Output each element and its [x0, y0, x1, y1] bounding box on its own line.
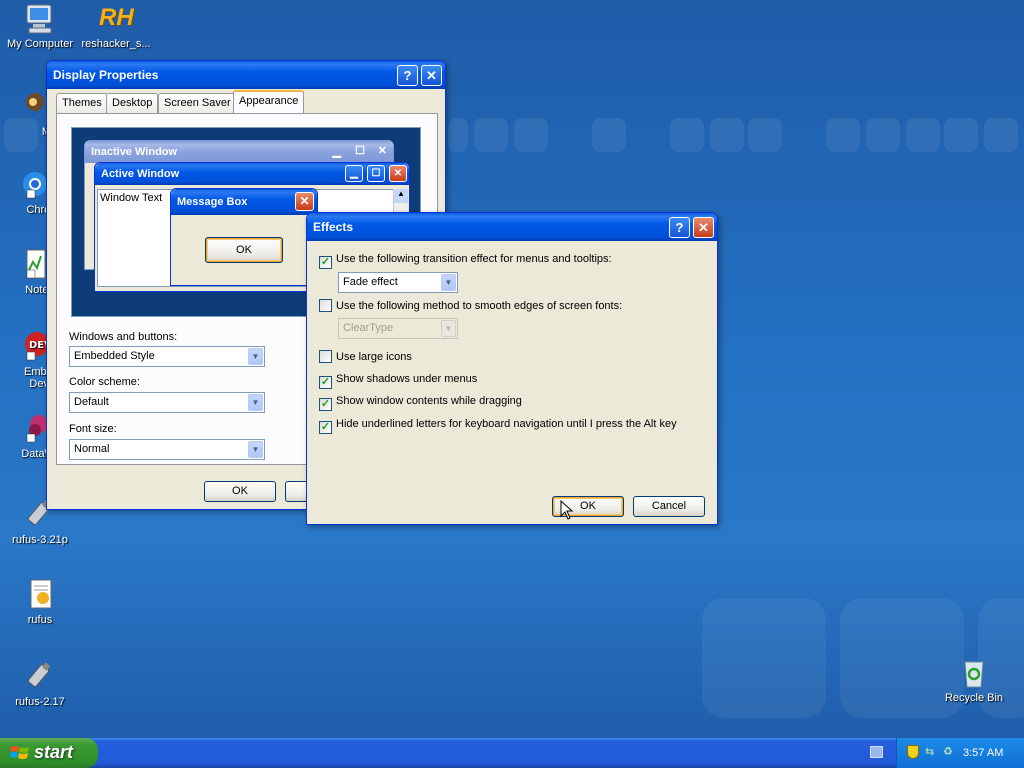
desktop-icon-label: rufus-3.21p: [12, 534, 68, 546]
message-box-preview: Message Box ✕ OK: [170, 188, 318, 286]
window-title: Effects: [313, 220, 354, 234]
dev-cpp-icon: DEV: [13, 330, 52, 364]
security-shield-icon[interactable]: [907, 745, 919, 759]
checkbox-label: Hide underlined letters for keyboard nav…: [336, 418, 677, 430]
svg-text:DEV: DEV: [29, 340, 47, 351]
maximize-icon: ☐: [367, 165, 385, 182]
message-box-ok-preview: OK: [205, 237, 283, 263]
help-button[interactable]: ?: [397, 65, 418, 86]
desktop-icon-reshacker[interactable]: RH reshacker_s...: [76, 2, 156, 50]
taskbar: start ⇆ ♻ 3:57 AM: [0, 738, 1024, 768]
windows-buttons-label: Windows and buttons:: [69, 331, 178, 343]
transition-effect-checkbox[interactable]: ✓ Use the following transition effect for…: [319, 253, 612, 269]
smooth-fonts-value: ClearType: [343, 322, 394, 334]
start-button[interactable]: start: [0, 738, 98, 768]
tab-appearance[interactable]: Appearance: [233, 90, 305, 114]
message-box-title: Message Box: [177, 196, 248, 208]
tab-desktop[interactable]: Desktop: [106, 93, 159, 113]
effects-dialog: Effects ? ✕ ✓ Use the following transitio…: [306, 212, 718, 525]
mouse-pointer-icon: [560, 500, 574, 520]
notepad-icon: [13, 248, 47, 282]
checkbox-box[interactable]: ✓: [319, 256, 332, 269]
chevron-down-icon: ▼: [441, 320, 456, 337]
menu-shadows-checkbox[interactable]: ✓ Show shadows under menus: [319, 373, 477, 389]
close-icon: ✕: [295, 192, 314, 211]
font-size-value: Normal: [74, 443, 110, 455]
recycle-bin-icon: [957, 656, 991, 690]
desktop-icon-label: rufus: [27, 614, 53, 626]
window-title: Display Properties: [53, 68, 159, 82]
checkbox-box[interactable]: ✓: [319, 398, 332, 411]
display-properties-titlebar[interactable]: Display Properties ? ✕: [47, 61, 445, 89]
desktop-icon-label: My Computer: [6, 38, 74, 50]
checkbox-box[interactable]: [319, 350, 332, 363]
desktop-icon-label: reshacker_s...: [81, 38, 151, 50]
checkbox-box[interactable]: ✓: [319, 421, 332, 434]
start-label: start: [34, 742, 74, 762]
maximize-icon: ☐: [355, 145, 365, 157]
chevron-down-icon[interactable]: ▼: [441, 274, 456, 291]
clock[interactable]: 3:57 AM: [963, 747, 1003, 759]
network-icon[interactable]: ⇆: [925, 746, 939, 758]
tab-themes[interactable]: Themes: [56, 93, 108, 113]
hide-underlined-letters-checkbox[interactable]: ✓ Hide underlined letters for keyboard na…: [319, 418, 677, 434]
window-contents-dragging-checkbox[interactable]: ✓ Show window contents while dragging: [319, 395, 522, 411]
system-tray: ⇆ ♻ 3:57 AM: [896, 738, 1024, 768]
checkbox-box[interactable]: ✓: [319, 376, 332, 389]
chevron-down-icon[interactable]: ▼: [248, 441, 263, 458]
checkbox-label: Show shadows under menus: [336, 373, 478, 385]
checkbox-label: Use the following method to smooth edges…: [336, 300, 623, 312]
windows-buttons-value: Embedded Style: [74, 350, 155, 362]
windows-buttons-select[interactable]: Embedded Style ▼: [69, 346, 265, 367]
color-scheme-value: Default: [74, 396, 109, 408]
transition-effect-value: Fade effect: [343, 276, 398, 288]
desktop-icon-rufus-217[interactable]: rufus-2.17: [0, 660, 80, 708]
transition-effect-select[interactable]: Fade effect ▼: [338, 272, 458, 293]
inactive-window-title: Inactive Window: [91, 146, 178, 158]
chrome-icon: [13, 168, 47, 202]
smooth-fonts-checkbox[interactable]: Use the following method to smooth edges…: [319, 299, 622, 312]
display-properties-ok-button[interactable]: OK: [204, 481, 276, 502]
window-text-label: Window Text: [100, 192, 163, 204]
close-button[interactable]: ✕: [421, 65, 442, 86]
close-icon: ✕: [377, 145, 387, 157]
minimize-icon: ▁: [332, 146, 341, 158]
effects-cancel-button[interactable]: Cancel: [633, 496, 705, 517]
windows-logo-icon: [10, 746, 29, 759]
active-window-title: Active Window: [101, 168, 180, 180]
large-icons-checkbox[interactable]: Use large icons: [319, 350, 412, 363]
tab-screen-saver[interactable]: Screen Saver: [158, 93, 237, 113]
effects-titlebar[interactable]: Effects ? ✕: [307, 213, 717, 241]
color-scheme-label: Color scheme:: [69, 376, 140, 388]
checkbox-box[interactable]: [319, 299, 332, 312]
database-icon: [13, 412, 48, 446]
font-size-label: Font size:: [69, 423, 117, 435]
desktop-icon-recycle-bin[interactable]: Recycle Bin: [934, 656, 1014, 704]
close-button[interactable]: ✕: [693, 217, 714, 238]
desktop-icon-label: rufus-2.17: [15, 696, 65, 708]
usb-drive-icon: [23, 660, 57, 694]
reshacker-icon: RH: [99, 4, 134, 31]
rufus-ini-icon: [23, 578, 57, 612]
chevron-down-icon[interactable]: ▼: [248, 348, 263, 365]
desktop-icon-rufus[interactable]: rufus: [0, 578, 80, 626]
checkbox-label: Use the following transition effect for …: [336, 253, 612, 265]
checkbox-label: Use large icons: [336, 351, 412, 363]
desktop-icon-my-computer[interactable]: My Computer: [0, 2, 80, 50]
keyboard-icon[interactable]: [870, 746, 883, 758]
chevron-down-icon[interactable]: ▼: [248, 394, 263, 411]
minimize-icon: ▁: [345, 165, 363, 182]
computer-icon: [23, 2, 57, 36]
help-button[interactable]: ?: [669, 217, 690, 238]
smooth-fonts-select: ClearType ▼: [338, 318, 458, 339]
checkbox-label: Show window contents while dragging: [336, 395, 522, 407]
desktop-icon-label: Recycle Bin: [944, 692, 1004, 704]
font-size-select[interactable]: Normal ▼: [69, 439, 265, 460]
close-icon: ✕: [389, 165, 407, 182]
color-scheme-select[interactable]: Default ▼: [69, 392, 265, 413]
volume-icon[interactable]: ♻: [943, 746, 955, 758]
application-icon: [13, 90, 47, 124]
chevron-up-icon: ▲: [394, 189, 408, 203]
